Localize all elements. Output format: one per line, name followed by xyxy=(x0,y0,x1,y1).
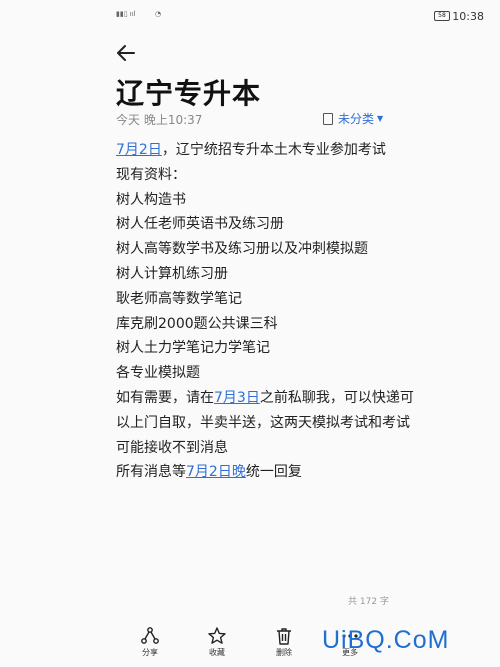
caret-down-icon: ▼ xyxy=(377,114,384,123)
body-line: 所有消息等7月2日晚统一回复 xyxy=(116,464,302,481)
wifi-icon: ◔ xyxy=(155,10,162,18)
share-button[interactable]: 分享 xyxy=(130,626,170,658)
list-item: 树人土力学笔记力学笔记 xyxy=(116,340,270,357)
favorite-label: 收藏 xyxy=(209,648,225,657)
body-paragraph: 如有需要，请在7月3日之前私聊我，可以快递可以上门自取，半卖半送，这两天模拟考试… xyxy=(116,389,414,456)
back-button[interactable] xyxy=(114,40,140,66)
body-line: 现有资料： xyxy=(116,166,186,183)
folder-icon xyxy=(323,112,333,125)
body-line: 7月2日，辽宁统招专升本土木专业参加考试 xyxy=(116,142,386,158)
date-link[interactable]: 7月3日 xyxy=(214,390,260,406)
status-bar: ▮▮▯ ııl ◔ 58 10:38 xyxy=(0,0,500,32)
signal-icon: ▮▮▯ ııl xyxy=(116,10,136,18)
site-watermark: UiBQ.CoM xyxy=(322,626,450,654)
list-item: 各专业模拟题 xyxy=(116,365,200,382)
list-item: 树人计算机练习册 xyxy=(116,265,228,282)
note-title: 辽宁专升本 xyxy=(116,77,262,110)
share-label: 分享 xyxy=(142,648,158,657)
list-item: 树人高等数学书及练习册以及冲刺模拟题 xyxy=(116,241,368,258)
battery-icon: 58 xyxy=(434,11,450,21)
category-selector[interactable]: 未分类 ▼ xyxy=(323,110,383,127)
clock: 10:38 xyxy=(452,10,484,23)
note-timestamp: 今天 晚上10:37 xyxy=(116,113,203,127)
delete-button[interactable]: 删除 xyxy=(264,626,304,658)
list-item: 树人任老师英语书及练习册 xyxy=(116,216,284,233)
back-arrow-icon xyxy=(117,45,135,61)
list-item: 耿老师高等数学笔记 xyxy=(116,290,242,307)
category-label: 未分类 xyxy=(338,112,375,126)
date-link[interactable]: 7月2日 xyxy=(116,142,162,158)
note-body[interactable]: 7月2日，辽宁统招专升本土木专业参加考试 现有资料： 树人构造书 树人任老师英语… xyxy=(116,138,416,485)
list-item: 库克刷2000题公共课三科 xyxy=(116,315,278,332)
delete-label: 删除 xyxy=(276,648,292,657)
star-icon xyxy=(208,627,226,644)
trash-icon xyxy=(277,628,291,645)
word-count: 共 172 字 xyxy=(348,597,389,607)
favorite-button[interactable]: 收藏 xyxy=(197,626,237,658)
date-link[interactable]: 7月2日晚 xyxy=(186,464,246,480)
share-icon xyxy=(141,627,159,644)
list-item: 树人构造书 xyxy=(116,191,186,208)
